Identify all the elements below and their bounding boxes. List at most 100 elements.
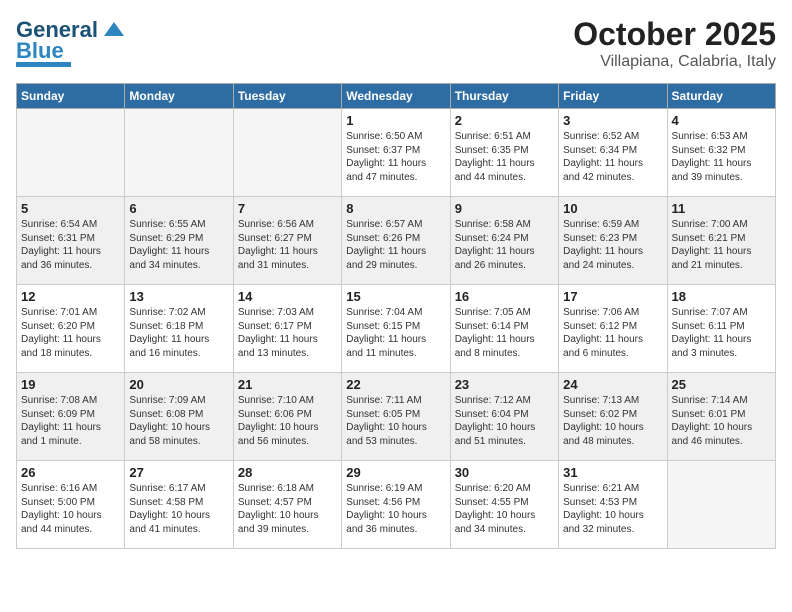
calendar-cell: 4Sunrise: 6:53 AMSunset: 6:32 PMDaylight… [667, 109, 775, 197]
calendar-cell: 8Sunrise: 6:57 AMSunset: 6:26 PMDaylight… [342, 197, 450, 285]
day-number: 2 [455, 113, 554, 128]
calendar-cell [17, 109, 125, 197]
day-number: 20 [129, 377, 228, 392]
day-info: Sunrise: 6:51 AMSunset: 6:35 PMDaylight:… [455, 130, 554, 184]
page-subtitle: Villapiana, Calabria, Italy [573, 53, 776, 71]
calendar-cell: 14Sunrise: 7:03 AMSunset: 6:17 PMDayligh… [233, 285, 341, 373]
calendar-cell: 9 Sunrise: 6:58 AMSunset: 6:24 PMDaylight… [450, 197, 558, 285]
calendar-cell: 27 Sunrise: 6:17 AMSunset: 4:58 PMDayligh… [125, 461, 233, 549]
page-header: General Blue October 2025 Villapiana, Ca… [16, 16, 776, 71]
day-number: 12 [21, 289, 120, 304]
weekday-header: Thursday [450, 84, 558, 109]
day-info: Sunrise: 6:55 AMSunset: 6:29 PMDaylight:… [129, 218, 228, 272]
day-info: Sunrise: 7:09 AMSunset: 6:08 PMDaylight:… [129, 394, 228, 448]
day-info: Sunrise: 6:57 AMSunset: 6:26 PMDaylight:… [346, 218, 445, 272]
day-number: 7 [238, 201, 337, 216]
day-info: Sunrise: 6:19 AMSunset: 4:56 PMDaylight:… [346, 482, 445, 536]
logo: General Blue [16, 16, 128, 67]
logo-icon [100, 16, 128, 44]
day-number: 4 [672, 113, 771, 128]
day-number: 31 [563, 465, 662, 480]
day-number: 25 [672, 377, 771, 392]
day-info: Sunrise: 6:17 AMSunset: 4:58 PMDaylight:… [129, 482, 228, 536]
day-info: Sunrise: 7:03 AMSunset: 6:17 PMDaylight:… [238, 306, 337, 360]
day-info: Sunrise: 6:56 AMSunset: 6:27 PMDaylight:… [238, 218, 337, 272]
day-number: 22 [346, 377, 445, 392]
day-info: Sunrise: 6:20 AMSunset: 4:55 PMDaylight:… [455, 482, 554, 536]
weekday-header: Sunday [17, 84, 125, 109]
calendar-cell: 18 Sunrise: 7:07 AMSunset: 6:11 PMDayligh… [667, 285, 775, 373]
day-info: Sunrise: 6:58 AMSunset: 6:24 PMDaylight:… [455, 218, 554, 272]
calendar-cell: 7 Sunrise: 6:56 AMSunset: 6:27 PMDaylight… [233, 197, 341, 285]
day-number: 10 [563, 201, 662, 216]
day-number: 13 [129, 289, 228, 304]
calendar-cell: 22 Sunrise: 7:11 AMSunset: 6:05 PMDayligh… [342, 373, 450, 461]
day-info: Sunrise: 7:07 AMSunset: 6:11 PMDaylight:… [672, 306, 771, 360]
weekday-header: Friday [559, 84, 667, 109]
calendar-cell: 6Sunrise: 6:55 AMSunset: 6:29 PMDaylight… [125, 197, 233, 285]
calendar-cell [125, 109, 233, 197]
day-info: Sunrise: 6:18 AMSunset: 4:57 PMDaylight:… [238, 482, 337, 536]
day-number: 9 [455, 201, 554, 216]
day-info: Sunrise: 7:08 AMSunset: 6:09 PMDaylight:… [21, 394, 120, 448]
day-info: Sunrise: 7:05 AMSunset: 6:14 PMDaylight:… [455, 306, 554, 360]
day-info: Sunrise: 6:59 AMSunset: 6:23 PMDaylight:… [563, 218, 662, 272]
calendar-cell: 10 Sunrise: 6:59 AMSunset: 6:23 PMDayligh… [559, 197, 667, 285]
day-number: 3 [563, 113, 662, 128]
day-info: Sunrise: 7:06 AMSunset: 6:12 PMDaylight:… [563, 306, 662, 360]
calendar-cell [667, 461, 775, 549]
day-number: 1 [346, 113, 445, 128]
day-info: Sunrise: 7:11 AMSunset: 6:05 PMDaylight:… [346, 394, 445, 448]
calendar-cell: 12 Sunrise: 7:01 AMSunset: 6:20 PMDayligh… [17, 285, 125, 373]
calendar-cell: 30 Sunrise: 6:20 AMSunset: 4:55 PMDayligh… [450, 461, 558, 549]
logo-blue: Blue [16, 38, 64, 64]
calendar-cell: 19Sunrise: 7:08 AMSunset: 6:09 PMDayligh… [17, 373, 125, 461]
day-number: 18 [672, 289, 771, 304]
day-number: 15 [346, 289, 445, 304]
calendar-week-row: 12 Sunrise: 7:01 AMSunset: 6:20 PMDayligh… [17, 285, 776, 373]
calendar-week-row: 1 Sunrise: 6:50 AMSunset: 6:37 PMDaylight… [17, 109, 776, 197]
day-info: Sunrise: 7:01 AMSunset: 6:20 PMDaylight:… [21, 306, 120, 360]
calendar-cell: 26Sunrise: 6:16 AMSunset: 5:00 PMDayligh… [17, 461, 125, 549]
day-number: 16 [455, 289, 554, 304]
calendar-cell: 28 Sunrise: 6:18 AMSunset: 4:57 PMDayligh… [233, 461, 341, 549]
calendar-cell: 17 Sunrise: 7:06 AMSunset: 6:12 PMDayligh… [559, 285, 667, 373]
calendar-week-row: 19Sunrise: 7:08 AMSunset: 6:09 PMDayligh… [17, 373, 776, 461]
weekday-header: Monday [125, 84, 233, 109]
calendar-cell: 15 Sunrise: 7:04 AMSunset: 6:15 PMDayligh… [342, 285, 450, 373]
day-number: 29 [346, 465, 445, 480]
calendar-cell: 1 Sunrise: 6:50 AMSunset: 6:37 PMDaylight… [342, 109, 450, 197]
calendar-header-row: SundayMondayTuesdayWednesdayThursdayFrid… [17, 84, 776, 109]
calendar-cell: 20 Sunrise: 7:09 AMSunset: 6:08 PMDayligh… [125, 373, 233, 461]
calendar-cell: 2 Sunrise: 6:51 AMSunset: 6:35 PMDaylight… [450, 109, 558, 197]
weekday-header: Saturday [667, 84, 775, 109]
calendar-cell: 5Sunrise: 6:54 AMSunset: 6:31 PMDaylight… [17, 197, 125, 285]
day-number: 27 [129, 465, 228, 480]
day-info: Sunrise: 7:12 AMSunset: 6:04 PMDaylight:… [455, 394, 554, 448]
calendar-cell: 16 Sunrise: 7:05 AMSunset: 6:14 PMDayligh… [450, 285, 558, 373]
day-info: Sunrise: 6:50 AMSunset: 6:37 PMDaylight:… [346, 130, 445, 184]
weekday-header: Wednesday [342, 84, 450, 109]
day-number: 21 [238, 377, 337, 392]
calendar-cell: 31Sunrise: 6:21 AMSunset: 4:53 PMDayligh… [559, 461, 667, 549]
calendar-table: SundayMondayTuesdayWednesdayThursdayFrid… [16, 83, 776, 549]
day-number: 23 [455, 377, 554, 392]
title-block: October 2025 Villapiana, Calabria, Italy [573, 16, 776, 71]
calendar-cell: 23 Sunrise: 7:12 AMSunset: 6:04 PMDayligh… [450, 373, 558, 461]
calendar-cell: 29 Sunrise: 6:19 AMSunset: 4:56 PMDayligh… [342, 461, 450, 549]
calendar-cell [233, 109, 341, 197]
day-info: Sunrise: 7:02 AMSunset: 6:18 PMDaylight:… [129, 306, 228, 360]
day-info: Sunrise: 7:04 AMSunset: 6:15 PMDaylight:… [346, 306, 445, 360]
calendar-cell: 3 Sunrise: 6:52 AMSunset: 6:34 PMDaylight… [559, 109, 667, 197]
day-info: Sunrise: 6:16 AMSunset: 5:00 PMDaylight:… [21, 482, 120, 536]
logo-underline [16, 62, 71, 67]
day-info: Sunrise: 7:00 AMSunset: 6:21 PMDaylight:… [672, 218, 771, 272]
day-number: 30 [455, 465, 554, 480]
day-info: Sunrise: 6:52 AMSunset: 6:34 PMDaylight:… [563, 130, 662, 184]
calendar-week-row: 5Sunrise: 6:54 AMSunset: 6:31 PMDaylight… [17, 197, 776, 285]
day-number: 17 [563, 289, 662, 304]
day-number: 28 [238, 465, 337, 480]
calendar-cell: 13 Sunrise: 7:02 AMSunset: 6:18 PMDayligh… [125, 285, 233, 373]
day-number: 24 [563, 377, 662, 392]
day-info: Sunrise: 7:10 AMSunset: 6:06 PMDaylight:… [238, 394, 337, 448]
